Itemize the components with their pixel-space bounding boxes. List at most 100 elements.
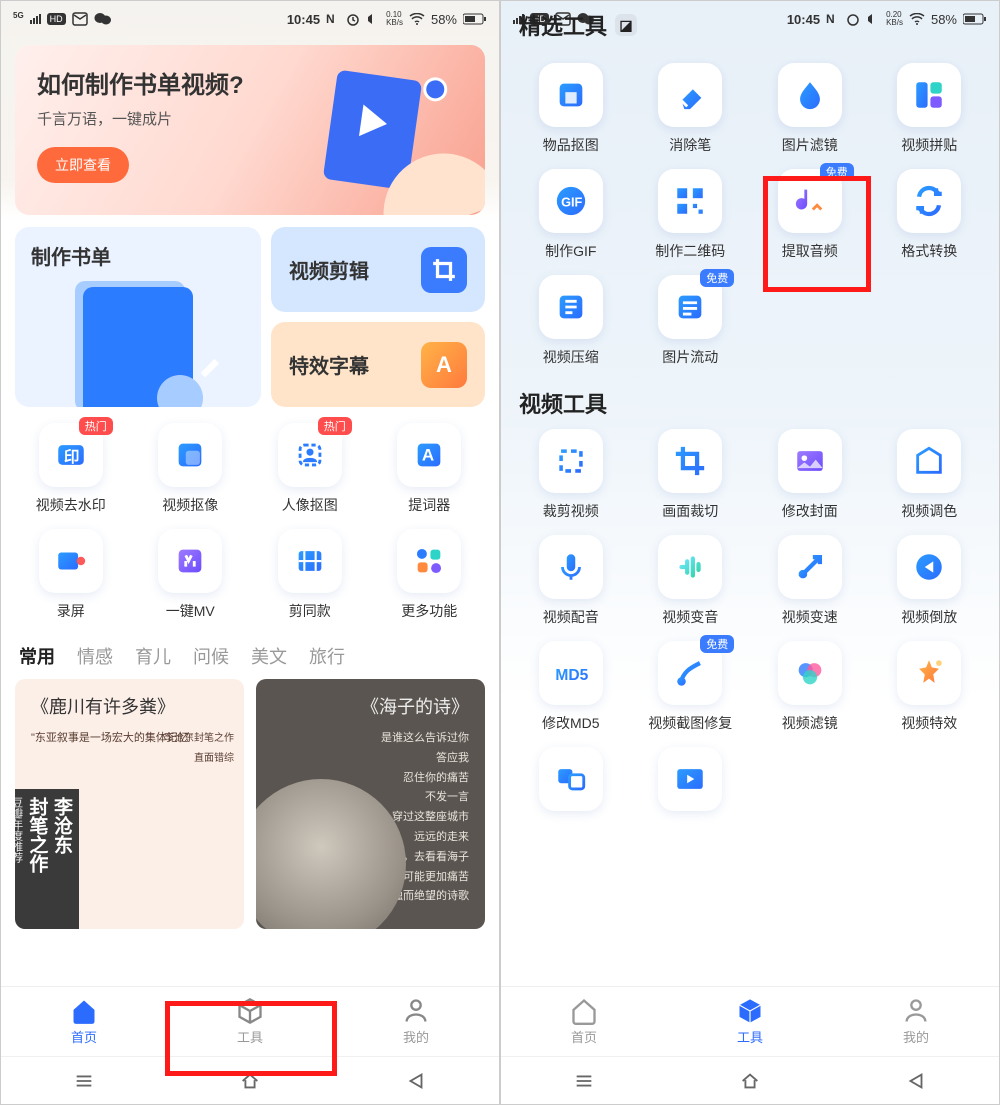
text-fx-icon: A [421,342,467,388]
card-video-edit[interactable]: 视频剪辑 [271,227,485,312]
tab-3[interactable]: 问候 [193,643,229,669]
back-icon[interactable] [403,1070,429,1092]
menu-icon[interactable] [71,1070,97,1092]
reverse-icon [897,535,961,599]
tool-more[interactable]: 更多功能 [374,529,486,621]
tool-collage[interactable]: 视频拼贴 [874,63,986,155]
battery-icon [463,13,487,25]
tool-cutout[interactable]: 视频抠像 [135,423,247,515]
tool-label: 提词器 [408,495,450,515]
tool-repair[interactable]: 免费视频截图修复 [635,641,747,733]
back-icon[interactable] [903,1070,929,1092]
tool-reverse[interactable]: 视频倒放 [874,535,986,627]
tool-prompter[interactable]: A提词器 [374,423,486,515]
tool-convert[interactable]: 格式转换 [874,169,986,261]
audio-icon: 免费 [778,169,842,233]
card-make-list[interactable]: 制作书单 [15,227,261,407]
bottom-nav: 首页 工具 我的 [501,986,999,1056]
system-nav [1,1056,499,1104]
home-screen: 5G HD 10:45 N 0.10KB/s 58% 如何制作书单视频? 千言万… [0,0,500,1105]
home-sys-icon[interactable] [237,1070,263,1092]
crop-icon [658,429,722,493]
tool-trim[interactable]: 裁剪视频 [515,429,627,521]
tool-mic[interactable]: 视频配音 [515,535,627,627]
bottom-nav: 首页 工具 我的 [1,986,499,1056]
tool-label: 图片滤镜 [782,135,838,155]
nav-home[interactable]: 首页 [1,987,167,1056]
qr-icon [658,169,722,233]
mail-icon [72,12,88,26]
banner[interactable]: 如何制作书单视频? 千言万语，一键成片 立即查看 [15,45,485,215]
tool-tint[interactable]: 视频调色 [874,429,986,521]
trim-icon [539,429,603,493]
tool-md5[interactable]: MD5修改MD5 [515,641,627,733]
watermark-icon: 印热门 [39,423,103,487]
tool-compress[interactable]: 视频压缩 [515,275,627,367]
time: 10:45 [287,12,320,27]
tool-label: 消除笔 [669,135,711,155]
tab-1[interactable]: 情感 [77,643,113,669]
tool-label: 视频拼贴 [901,135,957,155]
md5-icon: MD5 [539,641,603,705]
tool-qr[interactable]: 制作二维码 [635,169,747,261]
record-icon [39,529,103,593]
menu-icon[interactable] [571,1070,597,1092]
card-title: 《鹿川有许多粪》 [31,693,228,719]
tool-voice[interactable]: 视频变音 [635,535,747,627]
nfc-icon: N [826,12,840,26]
tool-watermark[interactable]: 印热门视频去水印 [15,423,127,515]
tool-label: 视频抠像 [162,495,218,515]
person-icon [402,997,430,1025]
tool-gif[interactable]: GIF制作GIF [515,169,627,261]
tool-box[interactable]: 物品抠图 [515,63,627,155]
tab-4[interactable]: 美文 [251,643,287,669]
tool-vfilter[interactable]: 视频滤镜 [754,641,866,733]
card-meta: 李沧东封笔之作 直面错综 [164,729,234,769]
tool-drop[interactable]: 图片滤镜 [754,63,866,155]
tool-label: 视频滤镜 [782,713,838,733]
card-title: 视频剪辑 [289,255,369,284]
card-fx-subtitle[interactable]: 特效字幕 A [271,322,485,407]
battery-icon [963,13,987,25]
tab-5[interactable]: 旅行 [309,643,345,669]
tool-label: 视频截图修复 [648,713,732,733]
tab-2[interactable]: 育儿 [135,643,171,669]
nav-label: 工具 [737,1027,763,1046]
tool-swap[interactable] [515,747,627,819]
film-icon [278,529,342,593]
tool-mv[interactable]: 一键MV [135,529,247,621]
content-card-poem[interactable]: 《海子的诗》 是谁这么告诉过你答应我忍住你的痛苦不发一言穿过这整座城市远远的走来… [256,679,485,929]
speed: 0.10KB/s [386,11,403,27]
nav-mine[interactable]: 我的 [333,987,499,1056]
tool-label: 一键MV [166,601,215,621]
nav-mine[interactable]: 我的 [833,987,999,1056]
tab-0[interactable]: 常用 [19,643,55,669]
nav-tools[interactable]: 工具 [667,987,833,1056]
drop-icon [778,63,842,127]
content-card-book[interactable]: 《鹿川有许多粪》 "东亚叙事是一场宏大的集体记忆" 李沧东封笔之作 直面错综 李… [15,679,244,929]
tool-audio[interactable]: 免费提取音频 [754,169,866,261]
convert-icon [897,169,961,233]
nav-tools[interactable]: 工具 [167,987,333,1056]
tool-record[interactable]: 录屏 [15,529,127,621]
tool-flow[interactable]: 免费图片流动 [635,275,747,367]
nav-home[interactable]: 首页 [501,987,667,1056]
tool-eraser[interactable]: 消除笔 [635,63,747,155]
banner-cta[interactable]: 立即查看 [37,147,129,183]
home-icon [70,997,98,1025]
tool-label: 制作二维码 [655,241,725,261]
gif-icon: GIF [539,169,603,233]
tool-cover[interactable]: 修改封面 [754,429,866,521]
mute-icon [366,12,380,26]
tool-vfx[interactable]: 视频特效 [874,641,986,733]
tool-crop[interactable]: 画面裁切 [635,429,747,521]
tool-play2[interactable] [635,747,747,819]
featured-tools-grid: 物品抠图消除笔 图片滤镜 视频拼贴 GIF制作GIF 制作二维码 免费提取音频格式转换视频… [515,63,985,367]
nav-label: 首页 [571,1027,597,1046]
home-sys-icon[interactable] [737,1070,763,1092]
tool-speed[interactable]: 视频变速 [754,535,866,627]
tool-grid: 印热门视频去水印视频抠像 热门人像抠图A提词器录屏一键MV 剪同款更多功能 [15,423,485,621]
tool-film[interactable]: 剪同款 [254,529,366,621]
pencil-icon [197,353,225,381]
tool-portrait[interactable]: 热门人像抠图 [254,423,366,515]
